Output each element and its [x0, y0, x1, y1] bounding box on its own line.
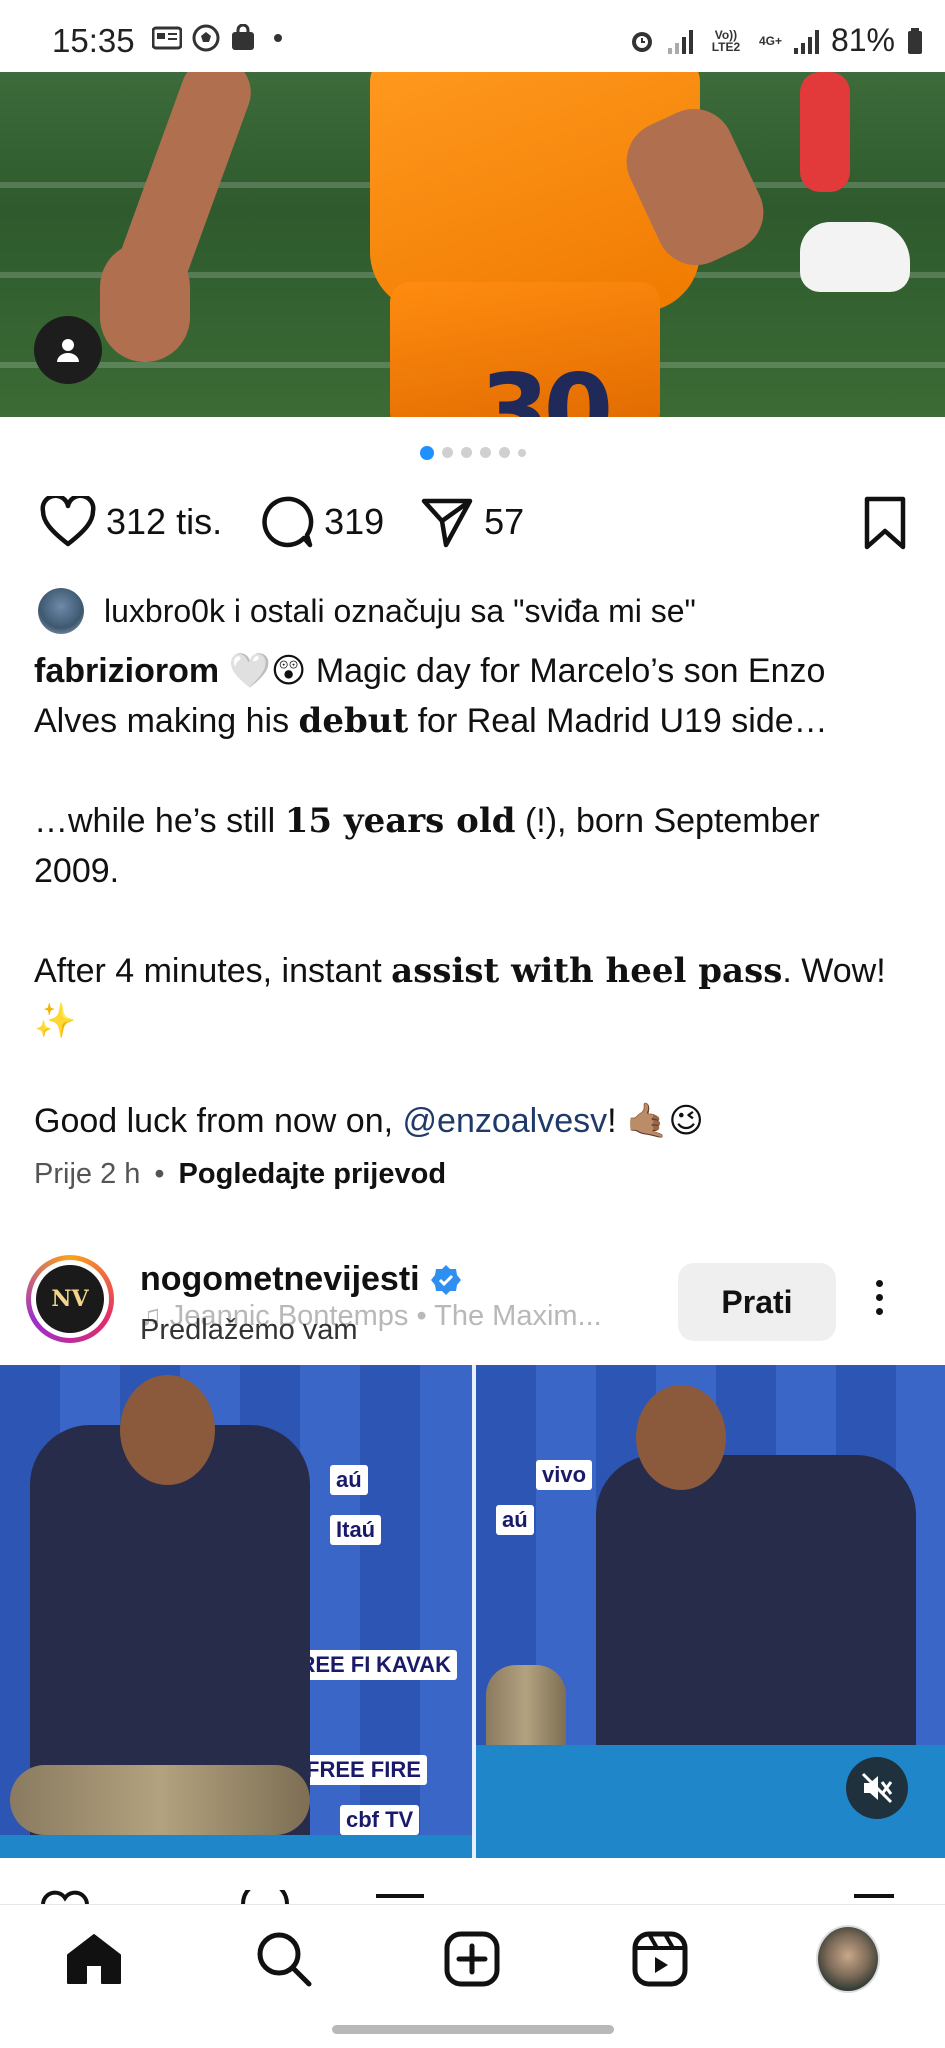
caption-text: After 4 minutes, instant — [34, 952, 392, 990]
like-count[interactable]: 312 tis. — [106, 501, 222, 543]
caption-text: for Real Madrid U19 side… — [408, 702, 828, 740]
home-indicator[interactable] — [332, 2025, 614, 2034]
status-notification-icons — [152, 24, 282, 52]
create-post-icon — [444, 1931, 500, 1987]
comment-icon[interactable] — [258, 495, 314, 549]
comment-icon — [241, 1890, 289, 1904]
caption-emoji: 🤍😲 — [228, 652, 307, 690]
nav-search[interactable] — [252, 1927, 316, 1991]
caption-paragraph-2: …while he’s still 15 years old (!), born… — [34, 796, 914, 896]
caption-bold-text: assist with heel pass — [391, 951, 783, 991]
tagged-users-button[interactable] — [34, 316, 102, 384]
caption-text: …while he’s still — [34, 802, 285, 840]
nav-create[interactable] — [440, 1927, 504, 1991]
comment-action: 319 — [258, 495, 384, 549]
post2-image-panel-left: aú Itaú FREE FIRE KAVAK FREE FIRE cbf TV — [0, 1365, 472, 1858]
news-app-icon — [152, 26, 182, 50]
carousel-indicator — [0, 446, 945, 460]
reels-icon — [632, 1931, 688, 1987]
mention-link[interactable]: @enzoalvesv — [403, 1102, 608, 1140]
caption-paragraph-3: After 4 minutes, instant assist with hee… — [34, 946, 914, 1046]
profile-avatar — [816, 1925, 880, 1993]
post-image-carousel[interactable]: 30 — [0, 72, 945, 417]
send-icon[interactable] — [420, 495, 474, 549]
post2-image[interactable]: aú Itaú FREE FIRE KAVAK FREE FIRE cbf TV… — [0, 1365, 945, 1858]
post2-header: NV nogometnevijesti ♫ Jeannic Bontemps •… — [0, 1252, 945, 1352]
status-time: 15:35 — [52, 22, 135, 59]
search-icon — [257, 1932, 312, 1987]
network-type: 4G+ — [758, 33, 782, 48]
caption-text: Good luck from now on, — [34, 1102, 403, 1140]
liked-by-line[interactable]: luxbro0k i ostali označuju sa "sviđa mi … — [38, 588, 696, 634]
post2-username[interactable]: nogometnevijesti — [140, 1260, 420, 1299]
suggested-label: Predlažemo vam — [140, 1314, 358, 1346]
liked-by-text: luxbro0k i ostali označuju sa "sviđa mi … — [104, 592, 696, 629]
share-action: 57 — [420, 495, 524, 549]
battery-icon — [908, 27, 922, 54]
post-meta: Prije 2 h • Pogledajte prijevod — [34, 1158, 446, 1191]
carousel-dot — [460, 447, 472, 458]
bookmark-icon — [854, 1894, 894, 1898]
caption-text: ! 🤙🏽😉 — [607, 1102, 704, 1140]
muted-speaker-icon — [861, 1772, 893, 1804]
heart-icon — [41, 1890, 89, 1904]
carousel-dot — [517, 449, 526, 457]
battery-percent: 81% — [830, 22, 895, 58]
verified-badge-icon — [430, 1264, 461, 1295]
liker-avatar — [38, 588, 84, 634]
nav-home[interactable] — [62, 1927, 126, 1991]
like-action: 312 tis. — [40, 496, 222, 548]
player-hand-left — [100, 242, 190, 362]
person-right-head — [636, 1385, 726, 1490]
football-icon — [192, 24, 220, 52]
home-icon — [67, 1934, 121, 1984]
carousel-dot — [498, 447, 510, 458]
account-avatar[interactable]: NV — [36, 1265, 104, 1333]
post-time: Prije 2 h — [34, 1158, 141, 1190]
post2-account[interactable]: nogometnevijesti — [140, 1260, 462, 1299]
caption-username[interactable]: fabriziorom — [34, 652, 219, 690]
post2-action-row-peek — [0, 1858, 945, 1904]
meta-separator: • — [154, 1158, 165, 1190]
shirt-number: 30 — [480, 352, 613, 417]
signal-icon-2 — [793, 28, 819, 54]
mute-button[interactable] — [846, 1757, 908, 1819]
player-shoe — [800, 222, 910, 292]
player-sock — [800, 72, 850, 192]
post-action-row: 312 tis. 319 57 — [40, 495, 560, 549]
signal-icon-1 — [667, 28, 693, 54]
caption-paragraph-1: fabriziorom 🤍😲 Magic day for Marcelo’s s… — [34, 646, 914, 746]
caption-paragraph-4: Good luck from now on, @enzoalvesv! 🤙🏽😉 — [34, 1096, 914, 1146]
share-count[interactable]: 57 — [484, 501, 524, 543]
person-icon — [57, 339, 79, 362]
more-options-icon[interactable] — [876, 1280, 883, 1315]
cat-left — [10, 1765, 310, 1835]
notification-dot-icon — [274, 34, 282, 42]
heart-icon[interactable] — [40, 496, 96, 548]
network-label: Vo)) LTE2 — [711, 27, 741, 54]
caption-bold-text: debut — [298, 701, 409, 741]
follow-button[interactable]: Prati — [678, 1263, 836, 1341]
person-left-head — [120, 1375, 215, 1485]
story-ring[interactable]: NV — [26, 1255, 114, 1343]
bottom-navigation — [0, 1904, 945, 2009]
alarm-icon — [631, 31, 652, 52]
save-button[interactable] — [861, 495, 909, 556]
carousel-dot-active — [419, 446, 434, 460]
translate-link[interactable]: Pogledajte prijevod — [179, 1158, 447, 1191]
status-bar: 15:35 Vo)) LTE2 4G+ 81% — [0, 0, 945, 72]
carousel-dot — [441, 447, 453, 458]
carousel-dot — [479, 447, 491, 458]
send-icon — [376, 1894, 424, 1898]
caption-bold-text: 15 years old — [284, 801, 516, 841]
comment-count[interactable]: 319 — [324, 501, 384, 543]
person-right — [596, 1455, 916, 1785]
bookmark-icon[interactable] — [861, 495, 909, 551]
nav-reels[interactable] — [628, 1927, 692, 1991]
nav-profile[interactable] — [816, 1925, 880, 1993]
status-right-icons: Vo)) LTE2 4G+ 81% — [628, 22, 923, 59]
shopping-bag-icon — [232, 24, 254, 50]
post-caption: fabriziorom 🤍😲 Magic day for Marcelo’s s… — [34, 646, 914, 1146]
